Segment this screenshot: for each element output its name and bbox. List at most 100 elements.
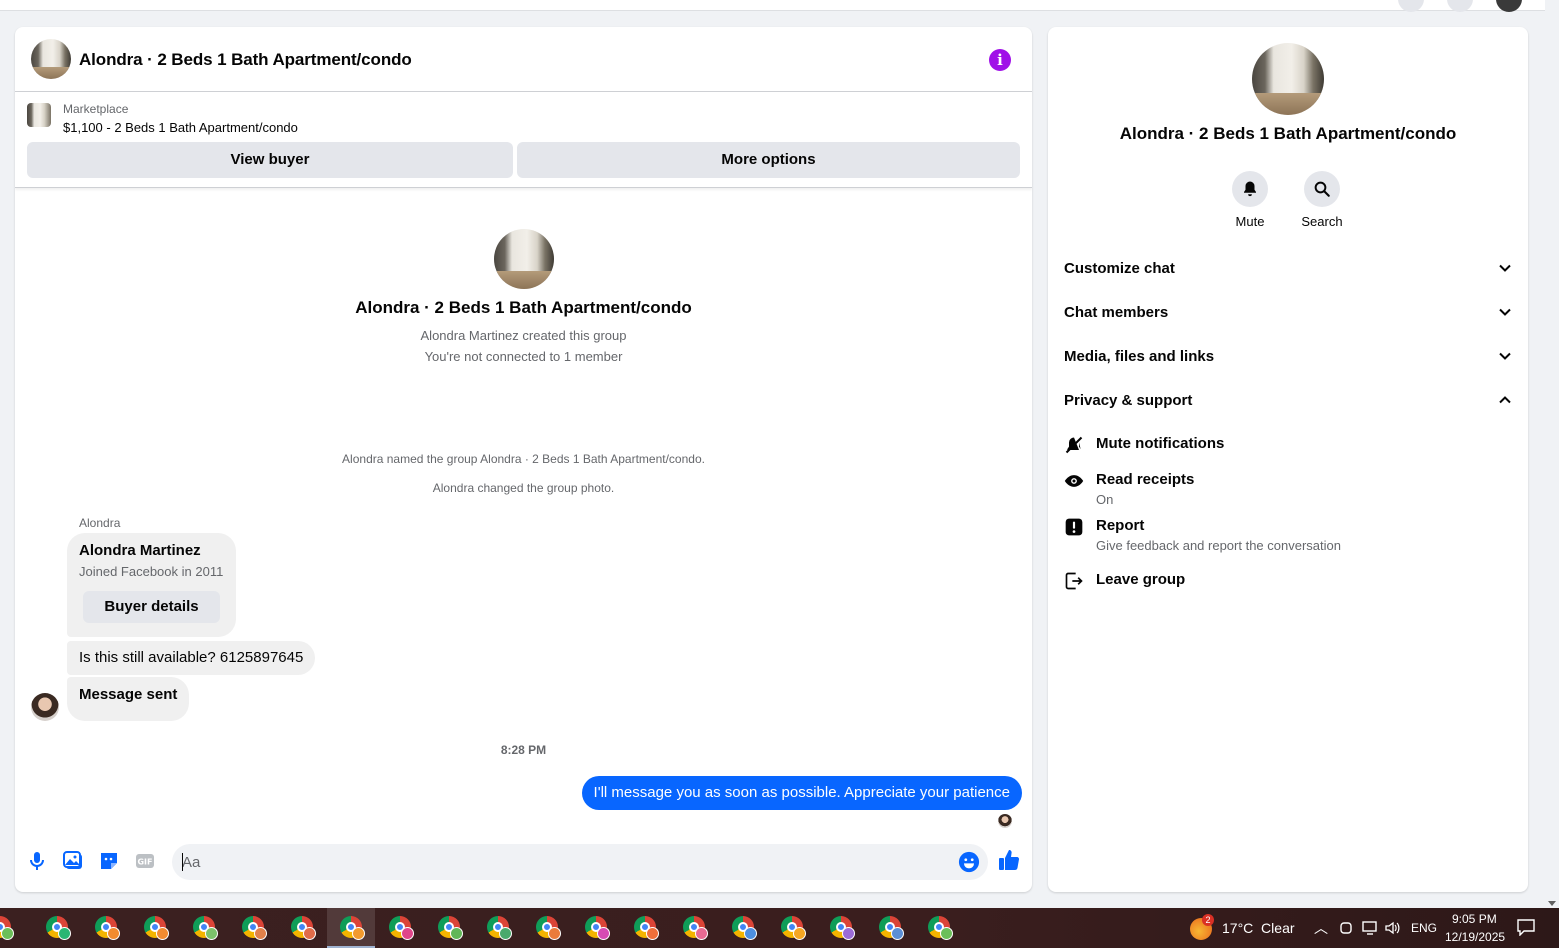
system-message: Alondra changed the group photo. <box>432 481 615 495</box>
bell-slash-icon <box>1065 436 1083 454</box>
taskbar-chrome-app[interactable] <box>425 908 473 948</box>
emoji-icon[interactable] <box>958 851 980 873</box>
taskbar-chrome-app[interactable] <box>180 908 228 948</box>
item-sublabel: On <box>1096 492 1114 507</box>
taskbar-chrome-app[interactable] <box>866 908 914 948</box>
taskbar-chrome-app[interactable] <box>474 908 522 948</box>
info-icon[interactable]: i <box>989 49 1011 71</box>
clock-date[interactable]: 12/19/2025 <box>1445 930 1505 944</box>
info-panel-title: Alondra · 2 Beds 1 Bath Apartment/condo <box>1119 124 1457 143</box>
browser-top-strip <box>0 0 1545 12</box>
incoming-message[interactable]: Is this still available? 6125897645 <box>67 641 316 675</box>
item-label: Leave group <box>1096 571 1186 588</box>
microphone-icon[interactable] <box>25 849 49 873</box>
weather-text[interactable]: 17°C Clear <box>1222 920 1295 936</box>
profile-avatar[interactable] <box>1496 0 1522 12</box>
language-indicator[interactable]: ENG <box>1411 921 1437 935</box>
eye-icon <box>1064 475 1084 487</box>
notifications-icon[interactable] <box>1517 919 1535 936</box>
listing-source: Marketplace <box>63 102 129 116</box>
taskbar-chrome-app[interactable] <box>915 908 963 948</box>
incoming-message[interactable]: Message sent <box>67 677 190 721</box>
item-label: Read receipts <box>1096 471 1195 488</box>
taskbar-chrome-app[interactable] <box>572 908 620 948</box>
volume-icon[interactable] <box>1385 921 1401 935</box>
listing-title[interactable]: $1,100 - 2 Beds 1 Bath Apartment/condo <box>63 120 298 135</box>
text-caret <box>182 853 183 871</box>
chevron-up-icon[interactable]: ︿ <box>1314 918 1328 938</box>
taskbar-chrome-app[interactable] <box>33 908 81 948</box>
chat-header: Alondra · 2 Beds 1 Bath Apartment/condo … <box>15 27 1032 92</box>
sticker-icon[interactable] <box>97 849 121 873</box>
chat-title[interactable]: Alondra · 2 Beds 1 Bath Apartment/condo <box>79 50 412 70</box>
marketplace-listing-banner: Marketplace $1,100 - 2 Beds 1 Bath Apart… <box>15 93 1032 188</box>
sender-avatar[interactable] <box>31 693 59 721</box>
bell-icon[interactable] <box>1232 171 1268 207</box>
outgoing-message[interactable]: I'll message you as soon as possible. Ap… <box>581 776 1022 810</box>
conversation-info-panel: Alondra · 2 Beds 1 Bath Apartment/condo … <box>1048 27 1528 892</box>
message-input[interactable] <box>182 844 942 880</box>
message-timestamp: 8:28 PM <box>500 743 547 757</box>
taskbar-chrome-app[interactable] <box>523 908 571 948</box>
svg-text:GIF: GIF <box>137 858 152 867</box>
section-title: Customize chat <box>1064 260 1175 277</box>
meet-now-icon[interactable] <box>1340 921 1352 935</box>
top-icon-button[interactable] <box>1447 0 1473 12</box>
section-privacy-support[interactable]: Privacy & support <box>1064 383 1512 419</box>
listing-thumbnail[interactable] <box>27 103 51 127</box>
taskbar-chrome-app-active[interactable] <box>327 908 375 948</box>
clock-time[interactable]: 9:05 PM <box>1452 912 1497 926</box>
group-intro-title: Alondra · 2 Beds 1 Bath Apartment/condo <box>355 298 692 317</box>
system-message: Alondra named the group Alondra · 2 Beds… <box>342 452 705 466</box>
more-options-button[interactable]: More options <box>517 142 1020 178</box>
gif-icon[interactable]: GIF <box>133 849 157 873</box>
connection-text: You're not connected to 1 member <box>424 349 623 364</box>
thumbs-up-icon[interactable] <box>997 848 1021 872</box>
buyer-details-button[interactable]: Buyer details <box>83 591 220 623</box>
taskbar-chrome-app[interactable] <box>670 908 718 948</box>
item-label: Mute notifications <box>1096 435 1225 452</box>
taskbar-chrome-app[interactable] <box>229 908 277 948</box>
section-media-files-links[interactable]: Media, files and links <box>1064 339 1512 375</box>
taskbar-chrome-app[interactable] <box>131 908 179 948</box>
top-icon-button[interactable] <box>1398 0 1424 12</box>
page-scrollbar[interactable] <box>1545 0 1559 908</box>
weather-badge: 2 <box>1202 914 1214 926</box>
taskbar-chrome-app[interactable] <box>0 908 24 948</box>
group-intro-avatar <box>494 229 554 289</box>
chat-panel: Alondra · 2 Beds 1 Bath Apartment/condo … <box>15 27 1032 892</box>
network-icon[interactable] <box>1362 921 1378 935</box>
message-input-container[interactable] <box>172 844 988 880</box>
search-icon[interactable] <box>1304 171 1340 207</box>
taskbar-chrome-app[interactable] <box>278 908 326 948</box>
scroll-down-arrow[interactable] <box>1548 901 1556 906</box>
section-title: Privacy & support <box>1064 392 1193 409</box>
group-avatar-large[interactable] <box>1252 43 1324 115</box>
taskbar-chrome-app[interactable] <box>376 908 424 948</box>
taskbar-chrome-app[interactable] <box>768 908 816 948</box>
view-buyer-button[interactable]: View buyer <box>27 142 513 178</box>
seen-indicator-avatar <box>998 814 1012 828</box>
photo-icon[interactable] <box>61 849 85 873</box>
section-customize-chat[interactable]: Customize chat <box>1064 251 1512 287</box>
buyer-profile-card: Alondra Martinez Joined Facebook in 2011… <box>67 533 236 637</box>
taskbar-chrome-app[interactable] <box>82 908 130 948</box>
item-label: Report <box>1096 517 1145 534</box>
section-title: Chat members <box>1064 304 1169 321</box>
group-created-text: Alondra Martinez created this group <box>420 328 627 343</box>
section-chat-members[interactable]: Chat members <box>1064 295 1512 331</box>
taskbar-chrome-app[interactable] <box>719 908 767 948</box>
search-action[interactable]: Search <box>1292 171 1352 229</box>
group-avatar[interactable] <box>31 39 71 79</box>
chevron-down-icon <box>1499 308 1511 316</box>
chevron-up-icon <box>1499 396 1511 404</box>
leave-icon <box>1065 572 1083 590</box>
section-title: Media, files and links <box>1064 348 1215 365</box>
windows-taskbar: 2 17°C Clear ︿ ENG 9:05 PM 12/19/2025 <box>0 908 1559 948</box>
chevron-down-icon <box>1499 352 1511 360</box>
taskbar-chrome-app[interactable] <box>817 908 865 948</box>
mute-action[interactable]: Mute <box>1220 171 1280 229</box>
chevron-down-icon <box>1499 264 1511 272</box>
taskbar-chrome-app[interactable] <box>621 908 669 948</box>
alert-icon <box>1065 518 1083 536</box>
